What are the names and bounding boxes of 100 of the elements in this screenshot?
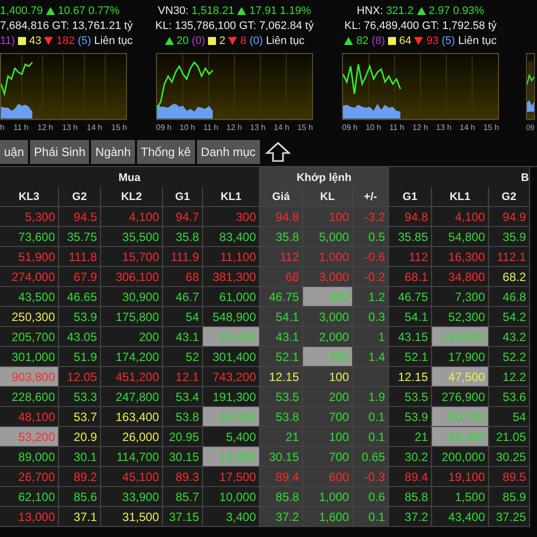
- index-value: 1,400.79: [0, 4, 43, 16]
- tab[interactable]: uận: [0, 140, 28, 164]
- table-cell: 89.3: [163, 467, 203, 487]
- axis-label: 15 h: [483, 123, 499, 132]
- index-name: HNX:: [356, 4, 384, 16]
- table-cell: 73,600: [0, 227, 59, 247]
- table-cell: -0.3: [353, 467, 389, 487]
- column-header: G1: [163, 187, 203, 207]
- table-cell: 2,000: [303, 327, 353, 347]
- up-triangle-icon: [416, 6, 426, 14]
- axis-label: h: [0, 123, 4, 132]
- table-cell: 1,600: [303, 507, 353, 527]
- table-cell: 54: [489, 407, 530, 427]
- table-cell: 30.25: [489, 447, 530, 467]
- table-cell: 205,700: [0, 327, 59, 347]
- column-header: G2: [489, 187, 530, 207]
- axis-label: 10 h: [366, 123, 382, 132]
- table-cell: 43,400: [432, 507, 489, 527]
- axis-label: 13 h: [436, 123, 452, 132]
- table-cell: 30.2: [389, 447, 432, 467]
- table-cell: 306,100: [101, 267, 163, 287]
- table-cell: 15,700: [101, 247, 163, 267]
- table-cell: 43.1: [163, 327, 203, 347]
- breadth-count: 93: [426, 34, 439, 46]
- tab[interactable]: Danh mục: [196, 140, 260, 164]
- table-cell: 46.65: [59, 287, 101, 307]
- table-cell: 3,400: [203, 507, 260, 527]
- table-cell: 30,900: [101, 287, 163, 307]
- index-value: 1,518.21: [192, 4, 234, 16]
- index-percent: 1.19%: [280, 4, 312, 16]
- table-cell: 10,000: [203, 487, 260, 507]
- table-cell: 89.5: [489, 467, 530, 487]
- table-cell: 112: [389, 247, 432, 267]
- index-change: 10.67: [58, 4, 86, 16]
- table-cell: 52: [163, 347, 203, 367]
- table-cell: 1,000: [303, 247, 353, 267]
- table-cell: 4,100: [101, 207, 163, 227]
- table-cell: 68.1: [389, 267, 432, 287]
- breadth-count: (8): [372, 34, 386, 46]
- table-cell: 61,000: [203, 287, 260, 307]
- column-header: KL2: [101, 187, 163, 207]
- axis-label: 15 h: [297, 123, 313, 132]
- breadth-count: 11): [0, 34, 16, 46]
- table-cell: 903,800: [0, 367, 59, 387]
- table-cell: 276,900: [432, 387, 489, 407]
- table-cell: 35.8: [260, 227, 303, 247]
- table-cell: 85.7: [163, 487, 203, 507]
- breadth-count: (5): [442, 34, 456, 46]
- table-cell: 54: [163, 307, 203, 327]
- table-cell: 37.2: [260, 507, 303, 527]
- table-cell: 43,500: [0, 287, 59, 307]
- table-cell: 4,100: [432, 207, 489, 227]
- column-header: G2: [59, 187, 101, 207]
- table-cell: 80,700: [432, 407, 489, 427]
- table-cell: 47,500: [432, 367, 489, 387]
- table-cell: 53.8: [163, 407, 203, 427]
- table-cell: 33,900: [101, 487, 163, 507]
- table-cell: 30.15: [260, 447, 303, 467]
- table-cell: 0.1: [353, 507, 389, 527]
- table-cell: 53.8: [260, 407, 303, 427]
- axis-label: 09 h: [342, 123, 358, 132]
- table-cell: 0.1: [353, 427, 389, 447]
- tab[interactable]: Thống kê: [136, 140, 195, 164]
- table-cell: 5,300: [0, 207, 59, 227]
- axis-label: 15 h: [111, 123, 127, 132]
- table-cell: 53.9: [389, 407, 432, 427]
- down-triangle-icon: [44, 36, 54, 44]
- table-cell: 35.85: [389, 227, 432, 247]
- axis-label: 12 h: [38, 123, 54, 132]
- column-header: KL1: [432, 187, 489, 207]
- tab[interactable]: Phái Sinh: [30, 140, 90, 164]
- table-cell: 68: [260, 267, 303, 287]
- breadth-count: 64: [399, 34, 412, 46]
- index-change: 2.97: [428, 4, 450, 16]
- axis-label: 12 h: [412, 123, 428, 132]
- table-cell: 53.5: [260, 387, 303, 407]
- volume-value-text: 7,684,816 GT: 13,761.21 tỷ: [0, 20, 133, 32]
- table-cell: 451,200: [101, 367, 163, 387]
- table-cell: 12.1: [163, 367, 203, 387]
- table-cell: 43.1: [260, 327, 303, 347]
- up-arrow-icon[interactable]: [264, 141, 291, 163]
- axis-label: 14 h: [274, 123, 290, 132]
- table-cell: 46.75: [389, 287, 432, 307]
- column-header: Giá: [260, 187, 303, 207]
- table-cell: 21: [389, 427, 432, 447]
- index-change: 17.91: [249, 4, 277, 16]
- table-cell: 114,700: [101, 447, 163, 467]
- breadth-count: 43: [29, 34, 42, 46]
- table-cell: 20.95: [163, 427, 203, 447]
- table-cell: 16,300: [432, 247, 489, 267]
- column-header: KL3: [0, 187, 59, 207]
- table-cell: 17,500: [203, 467, 260, 487]
- table-cell: 48,100: [0, 407, 59, 427]
- square-icon: [18, 36, 26, 44]
- tab[interactable]: Ngành: [91, 140, 135, 164]
- table-cell: 35.75: [59, 227, 101, 247]
- table-cell: 54.1: [260, 307, 303, 327]
- table-cell: 26,700: [0, 467, 59, 487]
- table-cell: 52.2: [489, 347, 530, 367]
- table-cell: 111.8: [59, 247, 101, 267]
